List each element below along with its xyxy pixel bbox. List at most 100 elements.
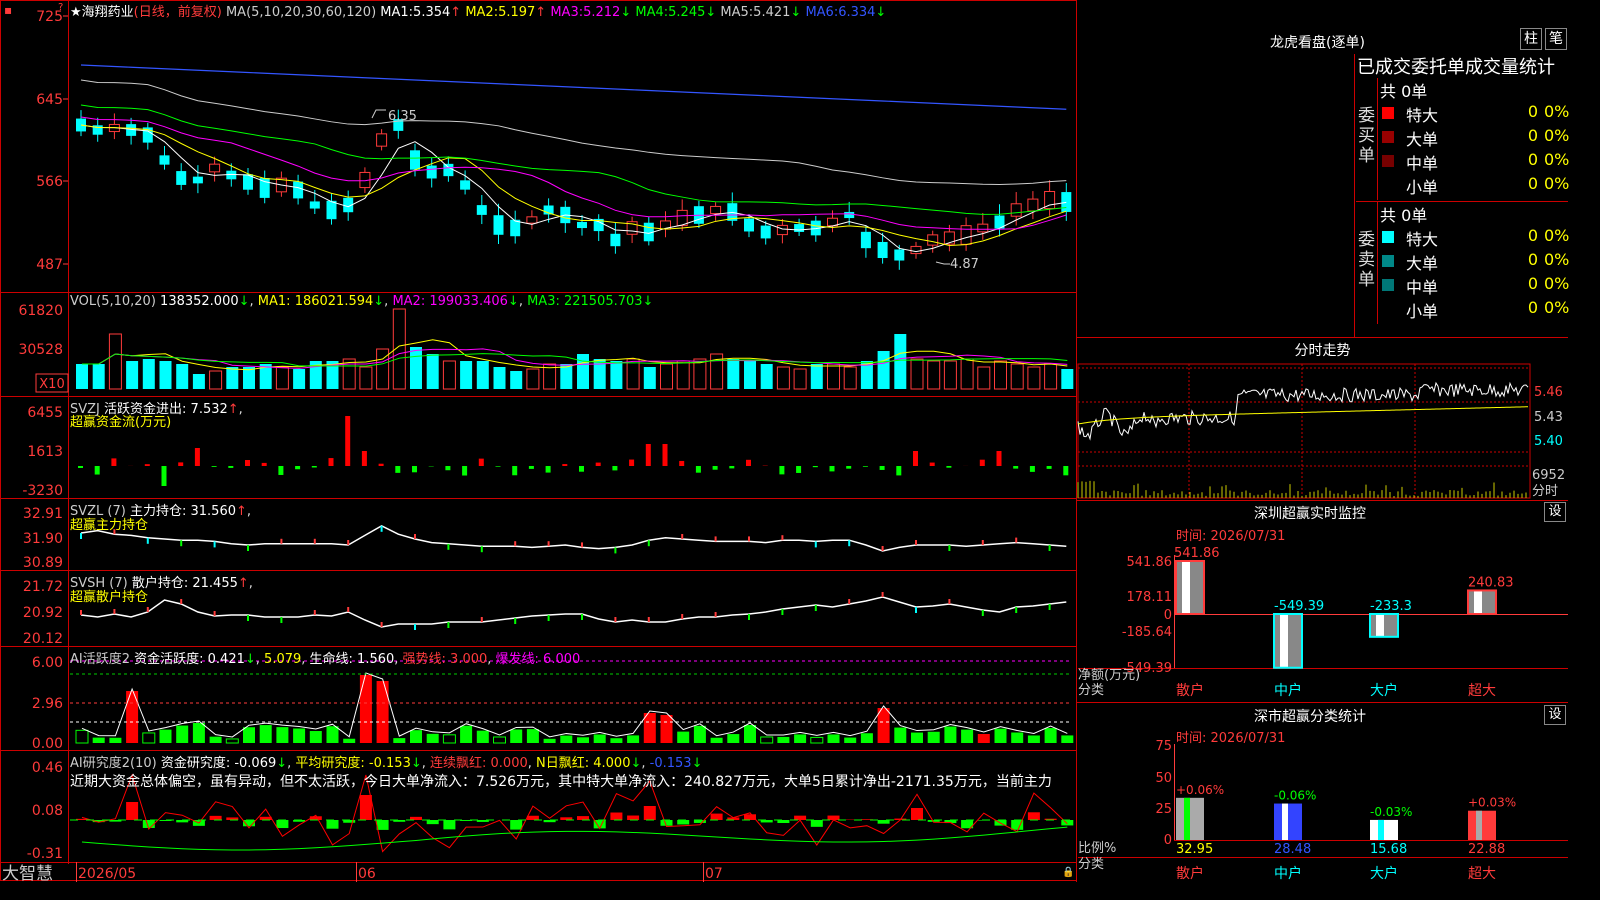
svzj-bar bbox=[879, 466, 885, 470]
buy-row-s: 小单 0 0% bbox=[1406, 174, 1570, 197]
volume-bar bbox=[526, 368, 540, 390]
volume-bar bbox=[676, 360, 690, 390]
ai1-bar bbox=[1044, 728, 1057, 743]
svzj-bar bbox=[629, 459, 635, 466]
price-axis: 725 645 566 487 61820 30528 6455 1613 -3… bbox=[18, 9, 63, 862]
candle-body bbox=[159, 155, 170, 165]
ai1-bar bbox=[977, 733, 990, 743]
candle-body bbox=[710, 205, 722, 215]
candle-body bbox=[860, 231, 871, 249]
ai2-bar bbox=[627, 815, 640, 820]
ai1-bar bbox=[744, 725, 756, 743]
ai1-bar bbox=[109, 737, 122, 743]
svzj-bar bbox=[261, 462, 267, 466]
ai1-bar bbox=[810, 736, 824, 744]
chart-canvas[interactable]: 725 645 566 487 61820 30528 6455 1613 -3… bbox=[0, 0, 1568, 882]
lock-icon[interactable]: 🔒 bbox=[1062, 866, 1074, 878]
trade-view-button[interactable]: 笔 bbox=[1545, 28, 1567, 50]
classify-time: 时间: 2026/07/31 bbox=[1176, 731, 1286, 746]
svzj-bar bbox=[579, 466, 584, 472]
monitor-settings-button[interactable]: 设 bbox=[1544, 502, 1566, 522]
volume-bar bbox=[142, 359, 155, 389]
svg-text:2.96: 2.96 bbox=[32, 696, 63, 712]
ai1-bar bbox=[192, 723, 205, 743]
tab-order-stats[interactable]: 已成交委托单成交量统计 bbox=[1357, 53, 1568, 77]
ai1-bar bbox=[710, 737, 723, 743]
classify-settings-button[interactable]: 设 bbox=[1544, 705, 1566, 725]
volume-bar bbox=[776, 366, 790, 390]
ai1-bar bbox=[393, 738, 406, 743]
svzj-bar bbox=[412, 466, 417, 473]
ai1-bar bbox=[860, 733, 873, 743]
ai2-bar bbox=[126, 802, 139, 820]
ai1-bar bbox=[243, 727, 255, 743]
price-info-line: ★海翔药业(日线，前复权) MA(5,10,20,30,60,120) MA1:… bbox=[70, 5, 887, 20]
volume-bar bbox=[410, 347, 422, 389]
svzj-bar bbox=[862, 466, 868, 467]
classify-tick: 0 bbox=[1164, 833, 1172, 848]
ai1-bar bbox=[225, 738, 239, 744]
svzj-bar bbox=[78, 466, 83, 468]
volume-bar bbox=[1061, 369, 1074, 389]
ai1-bar bbox=[794, 734, 807, 743]
classify-change: +0.03% bbox=[1468, 796, 1516, 810]
ai2-summary: 近期大资金总体偏空，虽有异动，但不太活跃，今日大单净流入：7.526万元，其中特… bbox=[70, 774, 1052, 790]
fenshi-tick: 5.43 bbox=[1534, 410, 1563, 425]
classify-category: 大户 bbox=[1370, 865, 1398, 882]
svg-text:21.72: 21.72 bbox=[23, 579, 63, 595]
monitor-value: -233.3 bbox=[1370, 599, 1412, 614]
monitor-bar-highlight bbox=[1280, 614, 1288, 668]
svg-text:61820: 61820 bbox=[18, 303, 63, 319]
monitor-category: 散户 bbox=[1176, 682, 1204, 699]
svzj-bar bbox=[1063, 466, 1069, 476]
classify-change: -0.03% bbox=[1370, 805, 1412, 819]
bar-view-button[interactable]: 柱 bbox=[1520, 28, 1542, 50]
svzj-bar bbox=[913, 451, 918, 466]
ai1-bar bbox=[159, 729, 172, 743]
candle-body bbox=[760, 225, 771, 239]
ai1-bar bbox=[894, 727, 907, 743]
vol-info-line: VOL(5,10,20) 138352.000↓, MA1: 186021.59… bbox=[70, 294, 654, 309]
ai2-bar bbox=[794, 815, 807, 820]
question-icon[interactable]: ? bbox=[58, 2, 63, 13]
buy-row-xl: 特大 0 0% bbox=[1380, 102, 1569, 126]
ai1-bar bbox=[1011, 732, 1024, 743]
date-tick: 07 bbox=[705, 866, 723, 882]
candle-body bbox=[776, 224, 788, 236]
svg-text:487: 487 bbox=[36, 257, 63, 273]
corner-mark-icon[interactable]: ▪ bbox=[4, 3, 12, 17]
volume-bar bbox=[226, 367, 239, 389]
low-note: 4.87 bbox=[950, 257, 979, 272]
volume-bar bbox=[176, 364, 189, 389]
ai1-bar bbox=[777, 736, 790, 743]
candle-body bbox=[443, 163, 454, 177]
classify-change: -0.06% bbox=[1274, 789, 1316, 803]
ai2-bar bbox=[827, 815, 840, 820]
ai1-line bbox=[81, 672, 1068, 738]
high-note: 6.35 bbox=[388, 109, 417, 124]
volume-bar bbox=[577, 354, 589, 389]
fenshi-chart[interactable]: 5.46 5.43 5.40 6952 分时 bbox=[1077, 363, 1565, 499]
svg-text:0.08: 0.08 bbox=[32, 803, 63, 819]
svzj-bar bbox=[194, 448, 200, 466]
volume-bars bbox=[76, 308, 1074, 390]
classify-value: 15.68 bbox=[1370, 842, 1407, 857]
buy-group: 委买单 共 0单 特大 0 0% 大单 0 0% 中单 0 0% 小单 0 0% bbox=[1356, 78, 1570, 200]
volume-bar bbox=[359, 366, 373, 390]
svzj-bar bbox=[295, 466, 301, 470]
svzj-bar bbox=[528, 466, 534, 469]
brand-label: 大智慧 bbox=[2, 864, 53, 882]
ai1-bar bbox=[994, 728, 1007, 743]
ai1-bar bbox=[293, 728, 306, 743]
ai1-bar bbox=[92, 737, 105, 743]
classify-tick: 50 bbox=[1155, 771, 1172, 786]
volume-bar bbox=[108, 333, 122, 390]
monitor-bar-highlight bbox=[1376, 614, 1384, 637]
volume-bar bbox=[927, 360, 941, 390]
ai2-bar bbox=[510, 820, 523, 830]
classify-value: 28.48 bbox=[1274, 842, 1311, 857]
svzj-bar bbox=[896, 466, 902, 476]
sell-group: 委卖单 共 0单 特大 0 0% 大单 0 0% 中单 0 0% 小单 0 0% bbox=[1356, 202, 1569, 324]
svzj-bar bbox=[111, 458, 117, 466]
monitor-category: 大户 bbox=[1370, 682, 1398, 699]
